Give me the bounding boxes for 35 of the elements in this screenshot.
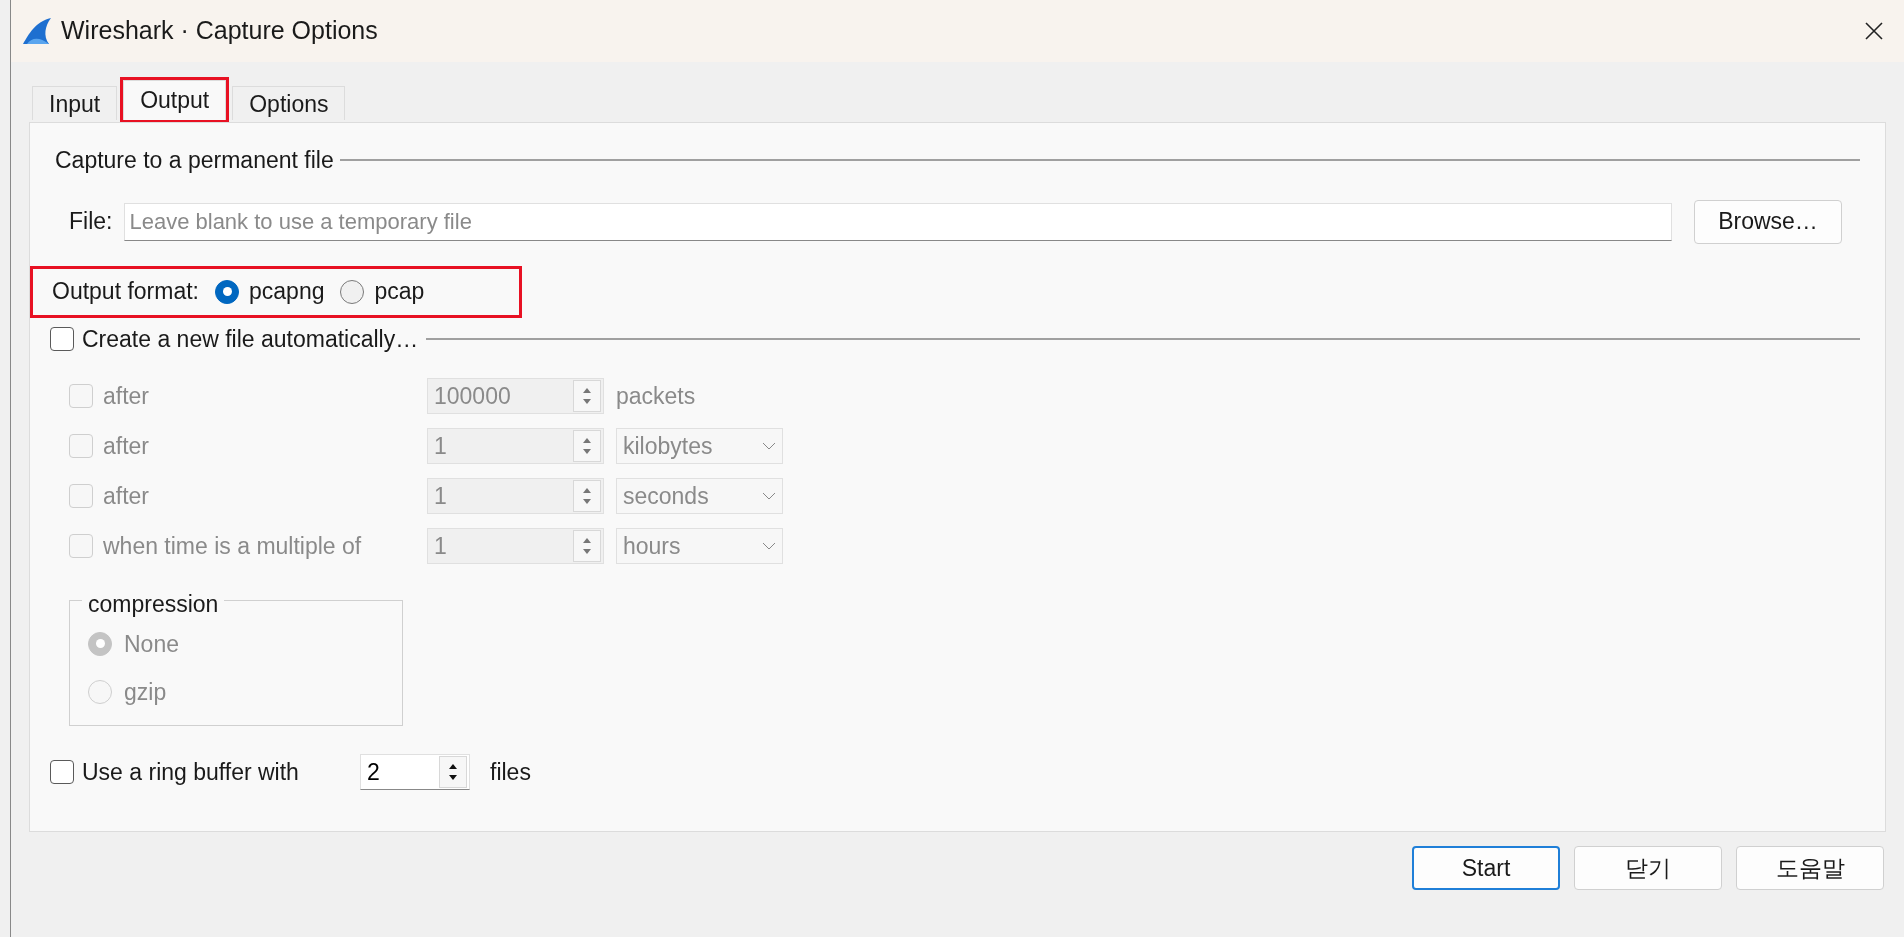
dialog-button[interactable]: 도움말	[1736, 846, 1884, 890]
radio-button[interactable]	[215, 279, 239, 304]
checkbox[interactable]	[50, 326, 74, 351]
close-icon	[1864, 21, 1884, 41]
browse-button[interactable]: Browse…	[1694, 199, 1842, 244]
tab[interactable]: Output	[123, 80, 227, 120]
spin-arrows-icon[interactable]	[439, 756, 467, 788]
unit-label: files	[490, 757, 531, 787]
file-field[interactable]: Leave blank to use a temporary file	[124, 202, 1672, 241]
dialog-button[interactable]: Start	[1412, 846, 1560, 890]
condition-label: after	[103, 381, 150, 411]
dialog-button[interactable]: 닫기	[1574, 846, 1722, 890]
condition-label: when time is a multiple of	[103, 531, 362, 561]
field-label: File:	[69, 207, 113, 237]
checkbox[interactable]	[50, 760, 74, 784]
tab[interactable]: Options	[232, 86, 346, 120]
tab[interactable]: Input	[32, 86, 118, 120]
window-title: Wireshark · Capture Options	[61, 15, 378, 47]
radio-label: pcap	[374, 277, 425, 307]
ring-buffer-label: Use a ring buffer with	[82, 757, 300, 787]
section-title: Create a new file automatically…	[82, 324, 419, 354]
condition-label: after	[103, 431, 150, 461]
spin-box[interactable]: 2	[360, 754, 470, 790]
chevron-down-icon	[762, 542, 776, 550]
output-format-label: Output format:	[52, 277, 199, 307]
radio-button[interactable]	[340, 279, 365, 304]
section-title: Capture to a permanent file	[55, 146, 334, 175]
radio-label: gzip	[124, 678, 167, 707]
chevron-down-icon	[762, 492, 776, 500]
radio-label: None	[124, 629, 179, 659]
radio-label: pcapng	[249, 277, 325, 307]
fin-logo-icon	[21, 16, 53, 46]
chevron-down-icon	[762, 442, 776, 450]
condition-label: after	[103, 481, 150, 511]
unit-label: packets	[616, 381, 696, 411]
